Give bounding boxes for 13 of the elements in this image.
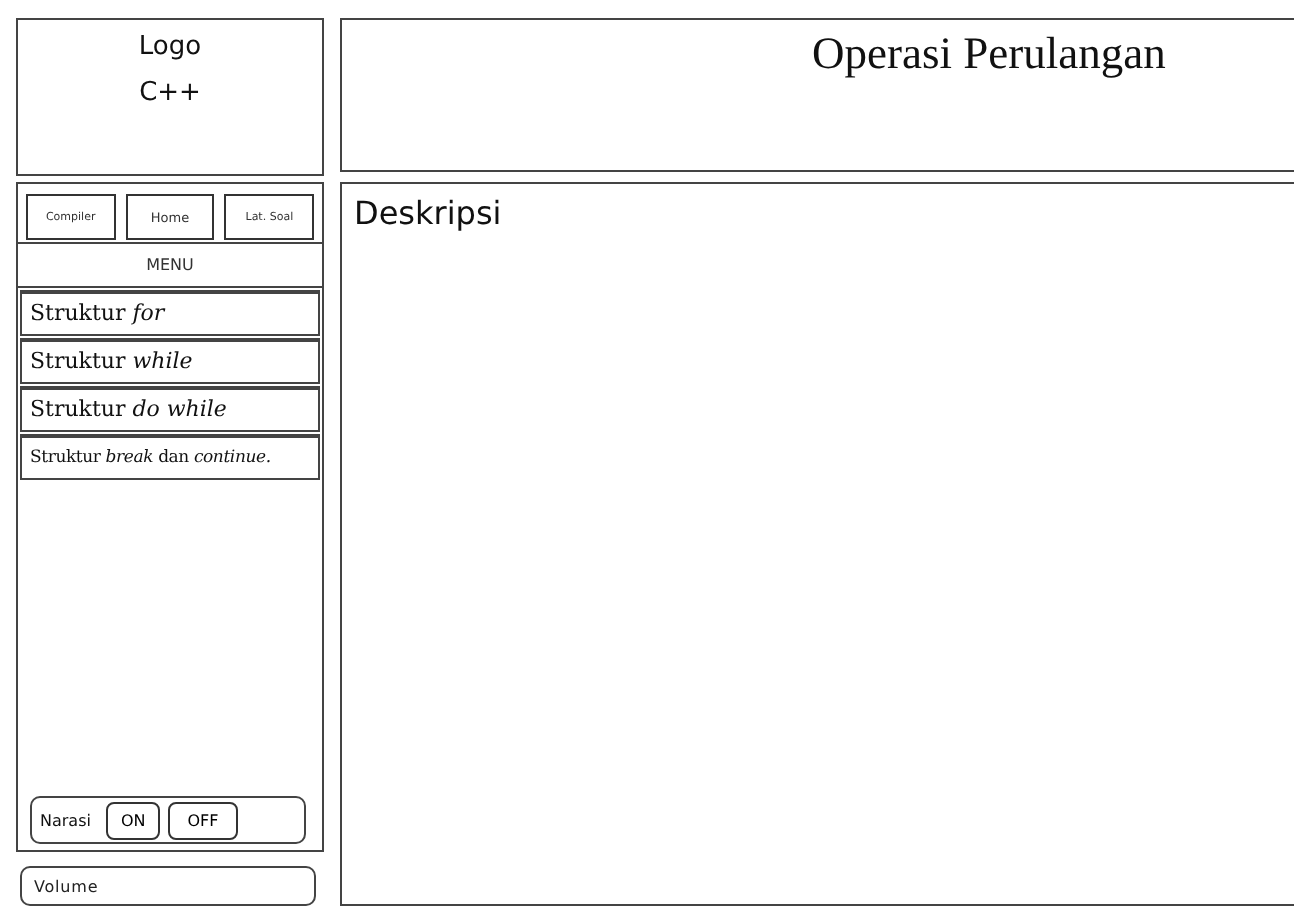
menu-title: MENU [18,242,322,288]
menu-item[interactable]: Struktur for [20,290,320,336]
description-heading: Deskripsi [354,194,504,232]
narration-button[interactable]: OFF [167,801,239,839]
narration-button[interactable]: ON [106,801,160,839]
narration-label: Narasi [40,811,91,829]
menu-item[interactable]: Struktur while [20,338,320,384]
menu-item[interactable]: Struktur do while [20,386,320,432]
volume-field[interactable]: Volume [20,866,316,906]
logo-label: Logo [138,32,202,62]
page-title: Operasi Perulangan [812,28,1166,82]
menu-item[interactable]: Struktur break dan continue. [20,434,320,480]
logo-subtitle: C++ [139,78,201,108]
